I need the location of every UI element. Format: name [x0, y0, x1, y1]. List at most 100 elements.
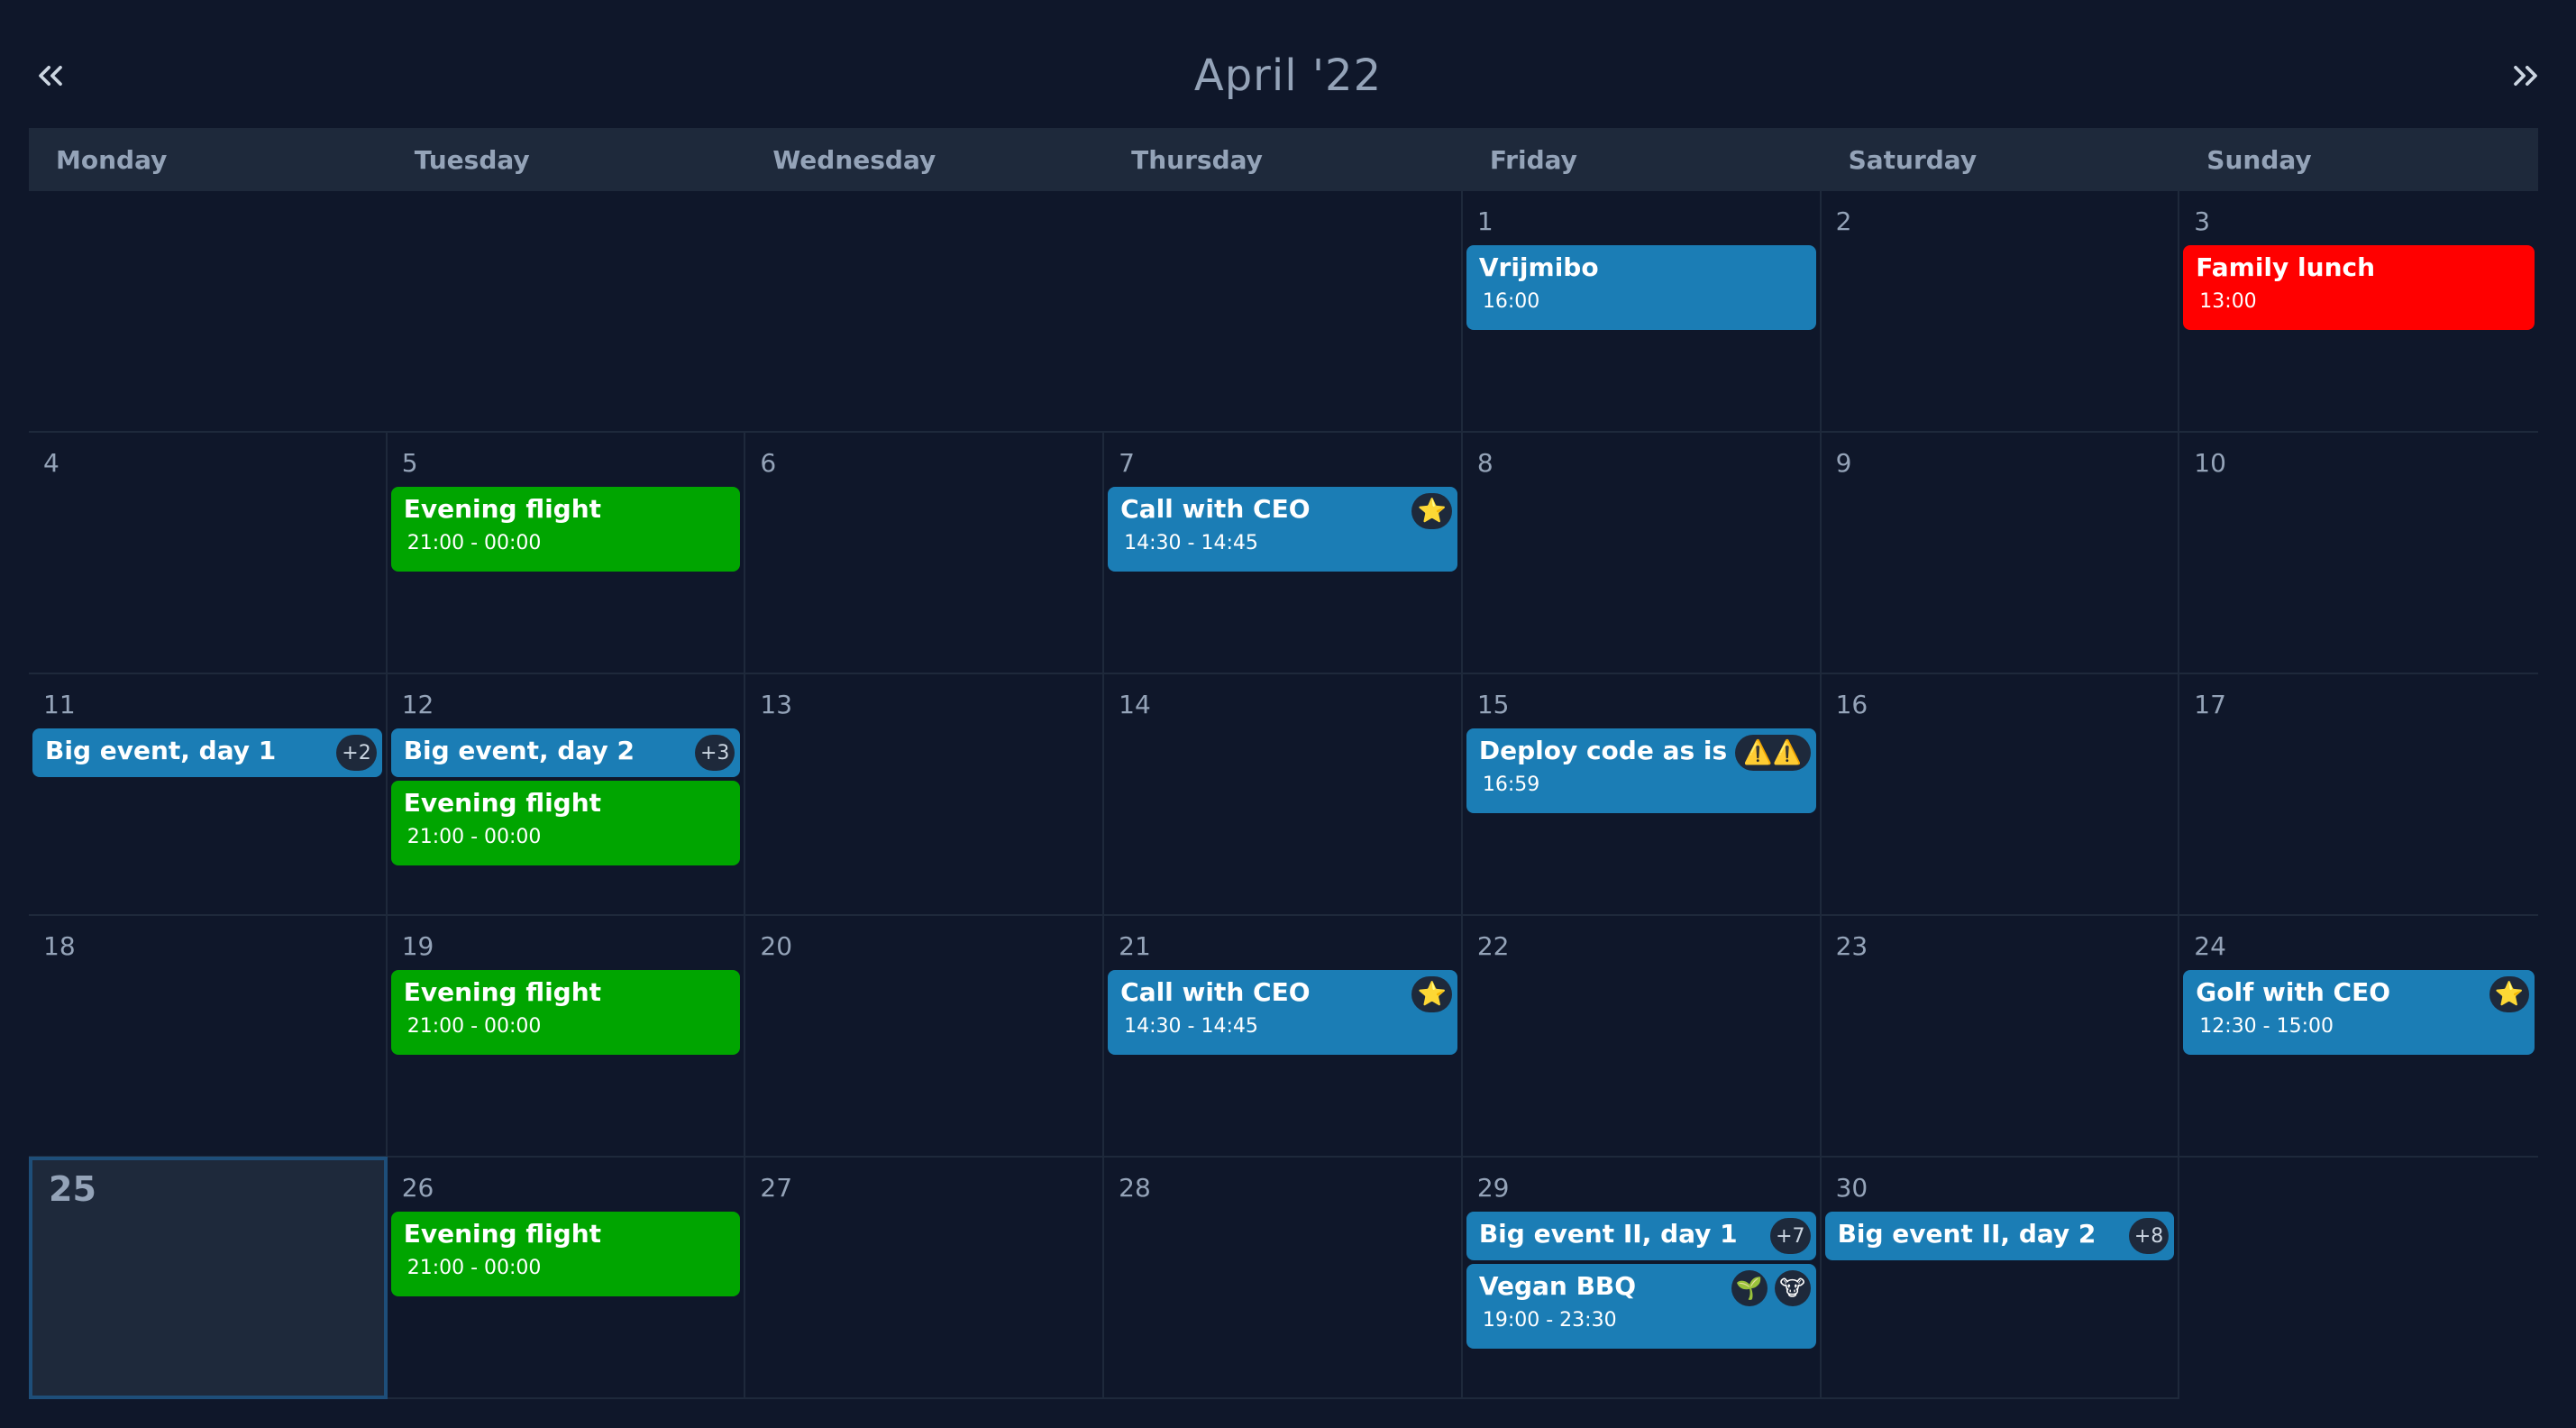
event-title: Family lunch [2196, 252, 2376, 282]
day-number: 15 [1476, 690, 1510, 719]
next-month-button[interactable] [2500, 50, 2551, 101]
event-big-event-day-2[interactable]: Big event, day 2 +3 [390, 728, 741, 777]
day-cell-5[interactable]: 5 Evening flight 21:00 - 00:00 [387, 433, 746, 674]
day-number: 13 [760, 690, 793, 719]
day-cell-empty [29, 191, 388, 433]
day-number: 29 [1476, 1173, 1510, 1203]
event-title: Big event II, day 1 [1478, 1219, 1738, 1249]
weekday-saturday: Saturday [1848, 144, 1978, 175]
day-cell-empty [745, 191, 1105, 433]
weekday-monday: Monday [56, 144, 168, 175]
day-cell-empty [2179, 1158, 2538, 1399]
day-cell-29[interactable]: 29 Big event II, day 1 +7 Vegan BBQ 19:0… [1462, 1158, 1822, 1399]
day-number: 17 [2194, 690, 2226, 719]
day-cell-20[interactable]: 20 [745, 916, 1105, 1158]
day-cell-27[interactable]: 27 [745, 1158, 1105, 1399]
more-events-badge[interactable]: +3 [694, 735, 735, 771]
event-time: 19:00 - 23:30 [1482, 1309, 1617, 1332]
day-cell-19[interactable]: 19 Evening flight 21:00 - 00:00 [387, 916, 746, 1158]
day-number: 5 [401, 448, 418, 478]
event-vegan-bbq[interactable]: Vegan BBQ 19:00 - 23:30 🌱 🐮 [1466, 1264, 1816, 1349]
day-cell-26[interactable]: 26 Evening flight 21:00 - 00:00 [387, 1158, 746, 1399]
day-number: 18 [43, 931, 76, 961]
day-cell-11[interactable]: 11 Big event, day 1 +2 [29, 674, 388, 916]
day-number: 16 [1835, 690, 1868, 719]
day-number: 21 [1119, 931, 1151, 961]
day-number: 12 [401, 690, 434, 719]
event-call-with-ceo[interactable]: Call with CEO 14:30 - 14:45 ⭐ [1108, 487, 1457, 572]
day-cell-21[interactable]: 21 Call with CEO 14:30 - 14:45 ⭐ [1104, 916, 1463, 1158]
event-title: Call with CEO [1120, 494, 1311, 524]
day-cell-30[interactable]: 30 Big event II, day 2 +8 [1821, 1158, 2180, 1399]
day-number: 19 [401, 931, 434, 961]
event-vrijmibo[interactable]: Vrijmibo 16:00 [1466, 245, 1816, 330]
day-cell-empty [1104, 191, 1463, 433]
event-time: 21:00 - 00:00 [406, 532, 542, 554]
event-title: Evening flight [403, 977, 602, 1007]
day-cell-7[interactable]: 7 Call with CEO 14:30 - 14:45 ⭐ [1104, 433, 1463, 674]
weekday-tuesday: Tuesday [414, 144, 530, 175]
event-time: 16:59 [1482, 774, 1540, 796]
event-call-with-ceo[interactable]: Call with CEO 14:30 - 14:45 ⭐ [1108, 970, 1457, 1055]
day-cell-23[interactable]: 23 [1821, 916, 2180, 1158]
event-big-event-day-1[interactable]: Big event, day 1 +2 [32, 728, 382, 777]
day-cell-24[interactable]: 24 Golf with CEO 12:30 - 15:00 ⭐ [2179, 916, 2538, 1158]
seedling-icon: 🌱 [1731, 1270, 1768, 1306]
day-number: 2 [1835, 206, 1852, 236]
day-number: 11 [43, 690, 76, 719]
day-number: 10 [2194, 448, 2226, 478]
day-cell-8[interactable]: 8 [1462, 433, 1822, 674]
event-deploy-code[interactable]: Deploy code as is 16:59 ⚠️⚠️ [1466, 728, 1816, 813]
day-number: 8 [1476, 448, 1494, 478]
day-cell-14[interactable]: 14 [1104, 674, 1463, 916]
more-events-badge[interactable]: +2 [336, 735, 377, 771]
event-evening-flight[interactable]: Evening flight 21:00 - 00:00 [390, 487, 741, 572]
day-cell-4[interactable]: 4 [29, 433, 388, 674]
warning-icon: ⚠️⚠️ [1734, 735, 1811, 771]
event-title: Evening flight [403, 1219, 602, 1249]
day-number: 26 [401, 1173, 434, 1203]
day-number: 27 [760, 1173, 793, 1203]
weekday-thursday: Thursday [1131, 144, 1263, 175]
day-number: 1 [1476, 206, 1494, 236]
event-time: 12:30 - 15:00 [2199, 1015, 2334, 1038]
event-big-event-ii-day-1[interactable]: Big event II, day 1 +7 [1466, 1212, 1816, 1260]
event-evening-flight[interactable]: Evening flight 21:00 - 00:00 [390, 970, 741, 1055]
day-number: 23 [1835, 931, 1868, 961]
event-time: 14:30 - 14:45 [1124, 532, 1258, 554]
day-cell-6[interactable]: 6 [745, 433, 1105, 674]
day-cell-10[interactable]: 10 [2179, 433, 2538, 674]
day-cell-18[interactable]: 18 [29, 916, 388, 1158]
event-evening-flight[interactable]: Evening flight 21:00 - 00:00 [390, 1212, 741, 1296]
day-cell-22[interactable]: 22 [1462, 916, 1822, 1158]
day-cell-16[interactable]: 16 [1821, 674, 2180, 916]
more-events-badge[interactable]: +8 [2128, 1218, 2170, 1254]
day-cell-3[interactable]: 3 Family lunch 13:00 [2179, 191, 2538, 433]
star-icon: ⭐ [1411, 493, 1452, 529]
event-evening-flight[interactable]: Evening flight 21:00 - 00:00 [390, 781, 741, 865]
day-cell-9[interactable]: 9 [1821, 433, 2180, 674]
event-big-event-ii-day-2[interactable]: Big event II, day 2 +8 [1824, 1212, 2175, 1260]
day-cell-17[interactable]: 17 [2179, 674, 2538, 916]
day-cell-1[interactable]: 1 Vrijmibo 16:00 [1462, 191, 1822, 433]
event-golf-with-ceo[interactable]: Golf with CEO 12:30 - 15:00 ⭐ [2183, 970, 2535, 1055]
event-title: Golf with CEO [2196, 977, 2391, 1007]
day-number: 7 [1119, 448, 1135, 478]
event-title: Big event II, day 2 [1837, 1219, 2096, 1249]
weekday-friday: Friday [1489, 144, 1577, 175]
calendar-app: April '22 Monday Tuesday Wednesday Thurs… [0, 0, 2576, 1428]
event-title: Big event, day 1 [45, 736, 277, 765]
day-cell-15[interactable]: 15 Deploy code as is 16:59 ⚠️⚠️ [1462, 674, 1822, 916]
more-events-badge[interactable]: +7 [1770, 1218, 1811, 1254]
day-cell-12[interactable]: 12 Big event, day 2 +3 Evening flight 21… [387, 674, 746, 916]
event-time: 21:00 - 00:00 [406, 826, 542, 848]
day-cell-28[interactable]: 28 [1104, 1158, 1463, 1399]
day-cell-25-today[interactable]: 25 [29, 1157, 388, 1399]
day-cell-13[interactable]: 13 [745, 674, 1105, 916]
event-time: 16:00 [1482, 290, 1540, 313]
event-icons: 🌱 🐮 [1731, 1270, 1811, 1306]
event-family-lunch[interactable]: Family lunch 13:00 [2183, 245, 2535, 330]
event-time: 21:00 - 00:00 [406, 1015, 542, 1038]
day-cell-2[interactable]: 2 [1821, 191, 2180, 433]
event-title: Evening flight [403, 788, 602, 818]
